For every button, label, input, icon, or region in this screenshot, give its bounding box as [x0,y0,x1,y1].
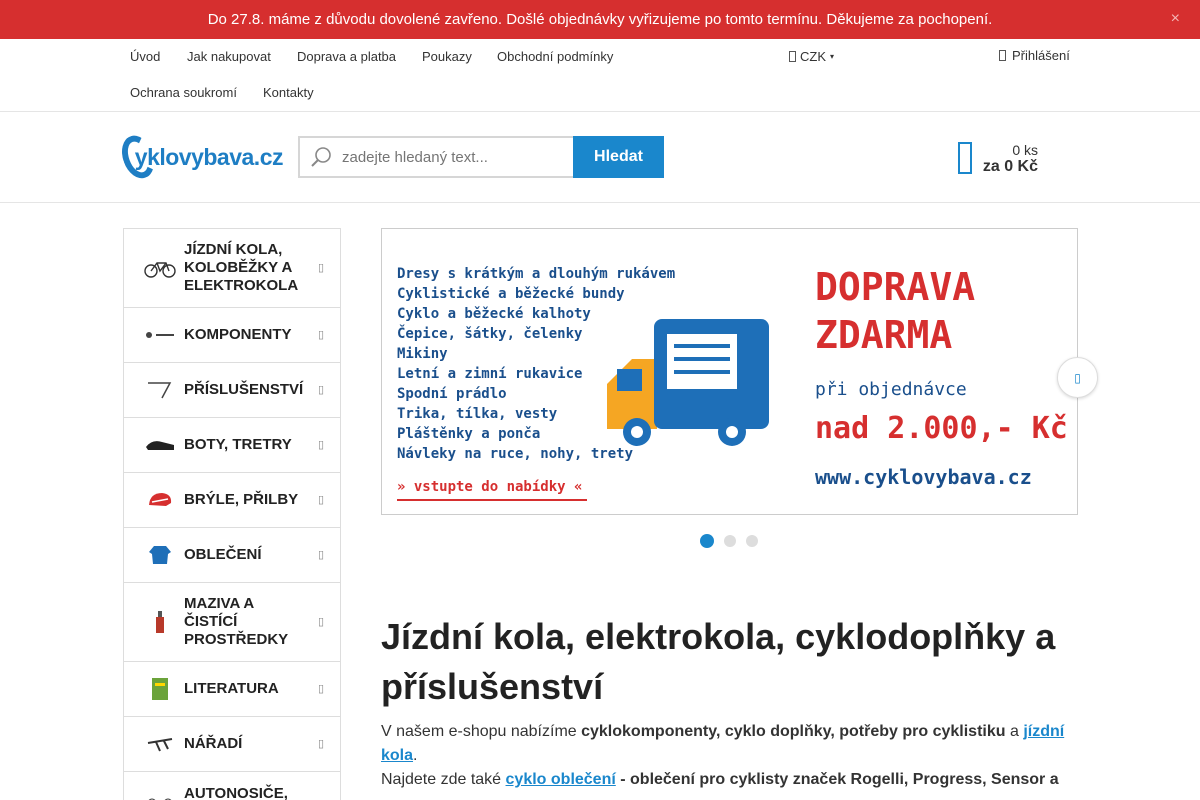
category-item-literatura[interactable]: LITERATURA ▯ [124,662,340,717]
chevron-down-icon: ▾ [830,52,835,61]
delivery-truck-icon [607,319,769,446]
money-icon [789,51,796,62]
chevron-right-icon: ▯ [317,616,324,628]
chevron-right-icon: ▯ [317,549,324,561]
intro-text: V našem e-shopu nabízíme [381,723,582,740]
tool-icon [144,731,176,757]
main-content: Jízdní kola, elektrokola, cyklodoplňky a… [381,612,1078,792]
shoe-icon [144,432,176,458]
banner-list-item: Cyklistické a běžecké bundy [397,286,625,302]
category-label: AUTONOSIČE, [184,785,288,800]
intro-text: a [1005,723,1024,740]
slider-dot[interactable] [724,535,736,547]
slider-dots [700,534,758,548]
category-label: MAZIVA A ČISTÍCÍ PROSTŘEDKY [184,595,289,648]
nav-link-jak-nakupovat[interactable]: Jak nakupovat [187,49,271,64]
notice-text: Do 27.8. máme z důvodu dovolené zavřeno.… [207,11,993,28]
nav-link-ochrana-soukromi[interactable]: Ochrana soukromí [130,85,237,100]
header: yklovybava.cz Hledat 0 ks za 0 Kč [0,112,1200,203]
link-cyklo-obleceni[interactable]: cyklo oblečení [506,771,616,788]
jacket-icon [144,542,176,568]
category-label: BRÝLE, PŘILBY [184,491,299,508]
slider-next-button[interactable]: ▯ [1057,357,1098,398]
category-item-autonosice[interactable]: AUTONOSIČE, ▯ [124,772,340,800]
search-input[interactable] [342,148,562,166]
components-icon [144,322,176,348]
banner-price: nad 2.000,- Kč [815,411,1068,446]
intro-text: . [413,747,418,764]
category-label: JÍZDNÍ KOLA, KOLOBĚŽKY A ELEKTROKOLA [184,241,299,294]
close-icon[interactable]: × [1171,10,1180,28]
chevron-right-icon: ▯ [317,683,324,695]
chevron-right-icon: ▯ [317,384,324,396]
site-logo[interactable]: yklovybava.cz [116,131,284,183]
banner-subtitle: při objednávce [815,379,967,400]
promo-banner[interactable]: Dresy s krátkým a dlouhým rukávem Cyklis… [381,228,1078,515]
search-field [298,136,573,178]
search-form: Hledat [298,136,664,178]
category-item-naradi[interactable]: NÁŘADÍ ▯ [124,717,340,772]
login-link[interactable]: Přihlášení [999,48,1070,63]
accessories-icon [144,377,176,403]
category-label: PŘÍSLUŠENSTVÍ [184,381,304,398]
slider-dot[interactable] [700,534,714,548]
category-label: OBLEČENÍ [184,546,262,563]
banner-cta[interactable]: » vstupte do nabídky « [397,479,582,495]
cart-summary[interactable]: 0 ks za 0 Kč [958,140,1040,180]
cart-total: za 0 Kč [982,158,1038,175]
category-item-jizdni-kola[interactable]: JÍZDNÍ KOLA, KOLOBĚŽKY A ELEKTROKOLA ▯ [124,229,340,308]
lock-icon [999,50,1006,61]
cart-quantity: 0 ks [1012,142,1038,158]
login-label: Přihlášení [1012,48,1070,63]
lubricant-icon [144,609,176,635]
currency-selector[interactable]: CZK ▾ [789,49,834,64]
nav-link-obchodni-podminky[interactable]: Obchodní podmínky [497,49,613,64]
chevron-right-icon: ▯ [317,439,324,451]
category-sidebar: JÍZDNÍ KOLA, KOLOBĚŽKY A ELEKTROKOLA ▯ K… [123,228,341,800]
category-label: BOTY, TRETRY [184,436,292,453]
intro-paragraph: V našem e-shopu nabízíme cyklokomponenty… [381,720,1078,768]
category-item-prislusenstvi[interactable]: PŘÍSLUŠENSTVÍ ▯ [124,363,340,418]
chevron-right-icon: ▯ [317,738,324,750]
chevron-right-icon: ▯ [317,262,324,274]
banner-url: www.cyklovybava.cz [815,465,1032,489]
banner-headline-2: ZDARMA [815,313,953,357]
helmet-icon [144,487,176,513]
page-title: Jízdní kola, elektrokola, cyklodoplňky a… [381,616,1056,707]
chevron-right-icon: ▯ [317,329,324,341]
category-item-boty-tretry[interactable]: BOTY, TRETRY ▯ [124,418,340,473]
clothing-bold: - oblečení pro cyklisty značek Rogelli, … [615,771,1059,788]
logo-text: yklovybava.cz [134,143,284,170]
cart-icon [958,142,972,174]
bicycle-icon [144,255,176,281]
clothing-paragraph: Najdete zde také cyklo oblečení - obleče… [381,768,1078,792]
logo-c-shape [116,131,160,183]
nav-link-kontakty[interactable]: Kontakty [263,85,314,100]
slider-dot[interactable] [746,535,758,547]
carrier-icon [144,787,176,800]
banner-list-item: Dresy s krátkým a dlouhým rukávem [397,266,676,282]
banner-headline-1: DOPRAVA [815,265,976,309]
top-navigation: Úvod Jak nakupovat Doprava a platba Pouk… [0,39,1200,112]
category-item-maziva[interactable]: MAZIVA A ČISTÍCÍ PROSTŘEDKY ▯ [124,583,340,662]
category-label: LITERATURA [184,680,279,697]
category-label: KOMPONENTY [184,326,292,343]
nav-link-poukazy[interactable]: Poukazy [422,49,472,64]
banner-cta-underline [397,499,587,501]
chevron-right-icon: ▯ [317,494,324,506]
clothing-text: Najdete zde také [381,771,506,788]
currency-label: CZK [800,49,826,64]
category-label: NÁŘADÍ [184,735,243,752]
category-item-komponenty[interactable]: KOMPONENTY ▯ [124,308,340,363]
book-icon [144,676,176,702]
intro-bold: cyklokomponenty, cyklo doplňky, potřeby … [581,723,1006,740]
category-item-obleceni[interactable]: OBLEČENÍ ▯ [124,528,340,583]
search-button[interactable]: Hledat [573,136,664,178]
chevron-right-icon: ▯ [1074,370,1081,385]
nav-link-doprava-a-platba[interactable]: Doprava a platba [297,49,396,64]
search-icon [311,147,331,167]
nav-link-uvod[interactable]: Úvod [130,49,160,64]
notice-bar: Do 27.8. máme z důvodu dovolené zavřeno.… [0,0,1200,39]
category-item-bryle-prilby[interactable]: BRÝLE, PŘILBY ▯ [124,473,340,528]
